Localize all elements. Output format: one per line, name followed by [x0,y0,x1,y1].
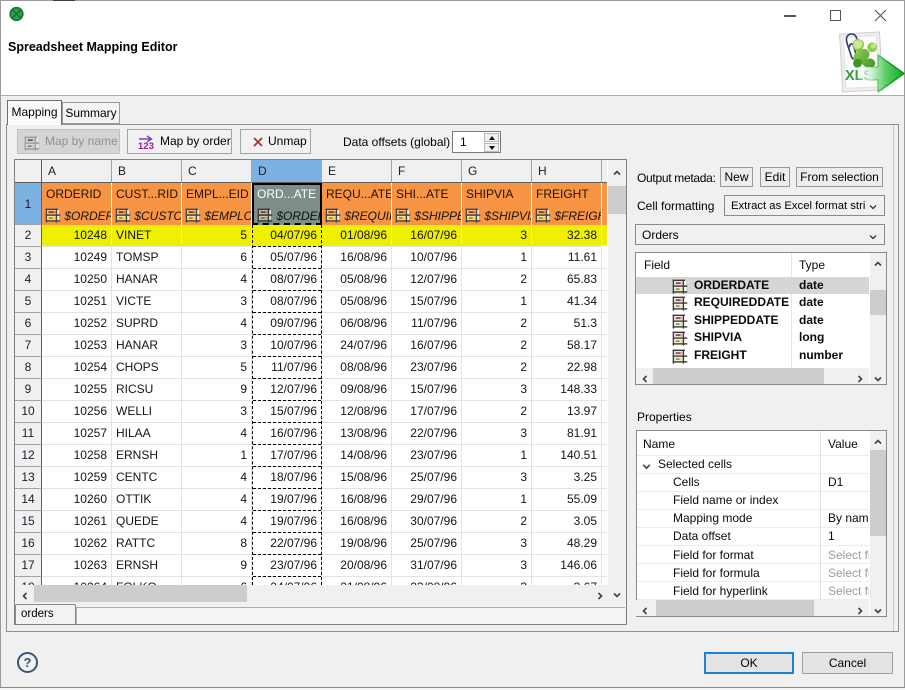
svg-text:123: 123 [138,141,154,151]
